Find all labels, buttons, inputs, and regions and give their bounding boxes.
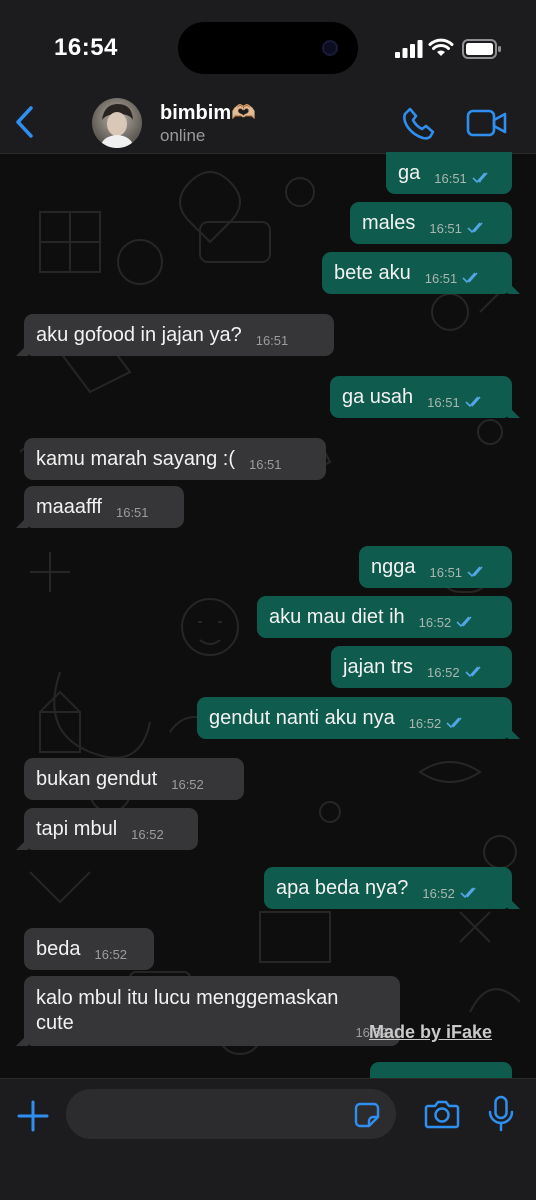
message-bubble-outgoing[interactable]: ga usah 16:51	[330, 376, 520, 418]
read-ticks-icon	[465, 396, 481, 408]
microphone-icon[interactable]	[488, 1095, 514, 1133]
message-text: ga	[398, 161, 421, 184]
avatar[interactable]	[92, 98, 142, 148]
message-input-bar	[0, 1078, 536, 1200]
message-time: 16:52	[131, 826, 164, 842]
message-bubble-outgoing[interactable]: males 16:51	[350, 202, 512, 244]
message-bubble-incoming[interactable]: aku gofood in jajan ya? 16:51	[16, 314, 334, 356]
dynamic-island	[178, 22, 358, 74]
message-text: aku mau diet ih	[269, 605, 405, 628]
message-text: beda	[36, 937, 81, 960]
message-bubble-outgoing[interactable]: ga 16:51	[386, 152, 512, 194]
message-time: 16:51	[429, 564, 463, 580]
back-chevron-icon[interactable]	[12, 104, 36, 140]
message-bubble-outgoing[interactable]: apa beda nya? 16:52	[264, 867, 520, 909]
read-ticks-icon	[462, 272, 478, 284]
message-time: 16:51	[248, 456, 282, 472]
watermark: Made by iFake	[369, 1022, 493, 1042]
video-icon[interactable]	[466, 108, 508, 138]
message-time: 16:51	[115, 504, 149, 520]
message-text: bukan gendut	[36, 767, 158, 790]
read-ticks-icon	[467, 222, 483, 234]
plus-icon[interactable]	[16, 1099, 50, 1133]
message-text: jajan trs	[343, 655, 414, 678]
read-ticks-icon	[465, 666, 481, 678]
message-text: bete aku	[334, 261, 411, 284]
message-text: males	[362, 211, 416, 234]
message-bubble-outgoing[interactable]: ngga 16:51	[359, 546, 512, 588]
wifi-icon	[428, 38, 454, 56]
message-time: 16:51	[424, 270, 458, 286]
message-text: apa beda nya?	[276, 876, 409, 899]
message-bubble-outgoing[interactable]: jajan trs 16:52	[331, 646, 512, 688]
message-time: 16:51	[434, 170, 467, 186]
message-time: 16:51	[427, 394, 460, 410]
read-ticks-icon	[472, 172, 488, 184]
message-text: maaafff	[36, 495, 102, 518]
message-time: 16:52	[418, 614, 452, 630]
message-time: 16:52	[171, 776, 204, 792]
message-input[interactable]	[66, 1089, 396, 1139]
message-time: 16:52	[427, 664, 460, 680]
message-time: 16:51	[255, 332, 289, 348]
message-text-line: kalo mbul itu lucu menggemaskan	[36, 987, 339, 1009]
cellular-signal-icon	[395, 40, 423, 58]
message-text-line: cute	[36, 1012, 74, 1034]
message-bubble-outgoing[interactable]: gendut nanti aku nya 16:52	[197, 697, 520, 739]
message-time: 16:52	[422, 885, 455, 901]
message-time: 16:51	[429, 220, 462, 236]
message-time: 16:52	[408, 715, 442, 731]
message-bubble-incoming[interactable]: beda 16:52	[24, 928, 154, 970]
battery-icon	[462, 39, 501, 59]
message-text: aku gofood in jajan ya?	[36, 323, 242, 346]
status-bar: 16:54	[0, 0, 536, 90]
message-text: tapi mbul	[36, 817, 118, 840]
message-text: ngga	[371, 555, 416, 578]
contact-status: online	[160, 126, 206, 145]
front-camera-icon	[322, 40, 338, 56]
sticker-icon[interactable]	[354, 1102, 380, 1128]
message-bubble-incoming[interactable]: kamu marah sayang :( 16:51	[24, 438, 326, 480]
read-ticks-icon	[460, 887, 476, 899]
contact-name[interactable]: bimbim🫶🏼	[160, 100, 256, 125]
phone-icon[interactable]	[402, 106, 436, 140]
message-text: kamu marah sayang :(	[36, 447, 235, 470]
read-ticks-icon	[446, 717, 462, 729]
read-ticks-icon	[456, 616, 472, 628]
message-text: ga usah	[342, 385, 414, 408]
camera-icon[interactable]	[424, 1099, 460, 1129]
message-time: 16:52	[94, 946, 128, 962]
status-time: 16:54	[54, 34, 118, 61]
message-bubble-outgoing[interactable]: aku mau diet ih 16:52	[257, 596, 512, 638]
message-text: gendut nanti aku nya	[209, 706, 395, 729]
read-ticks-icon	[467, 566, 483, 578]
message-bubble-incoming[interactable]: maaafff 16:51	[16, 486, 184, 528]
message-bubble-outgoing[interactable]: bete aku 16:51	[322, 252, 520, 294]
message-bubble-incoming[interactable]: bukan gendut 16:52	[24, 758, 244, 800]
chat-header: bimbim🫶🏼 online	[0, 90, 536, 154]
message-bubble-incoming[interactable]: tapi mbul 16:52	[16, 808, 198, 850]
message-bubble-incoming[interactable]: kalo mbul itu lucu menggemaskan cute 16:…	[16, 976, 400, 1046]
